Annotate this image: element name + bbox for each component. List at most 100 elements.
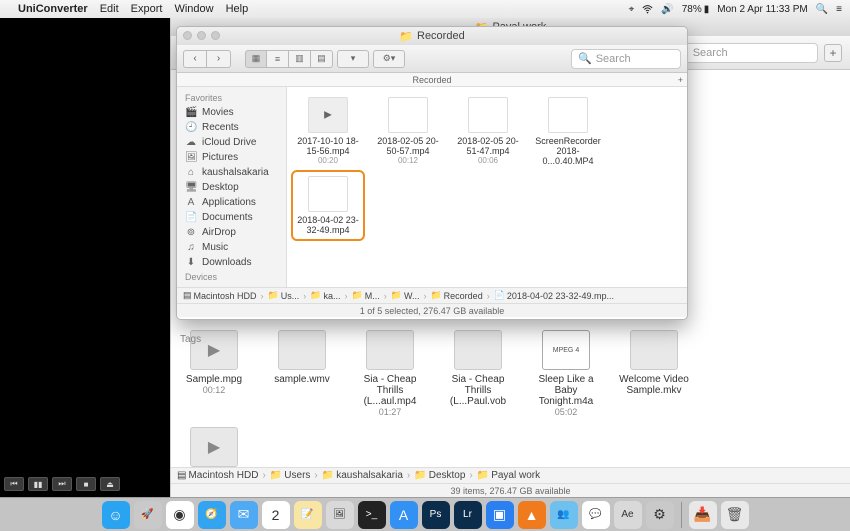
- arrange-dropdown[interactable]: ▾: [337, 50, 369, 68]
- file-item[interactable]: ScreenRecorder 2018-0...0.40.MP4: [535, 97, 601, 166]
- path-segment[interactable]: 📁 ka...: [310, 290, 340, 301]
- path-segment[interactable]: 📁 Payal work: [477, 470, 540, 481]
- dock-preview[interactable]: 🖼: [326, 501, 354, 529]
- dock-chrome[interactable]: ◉: [166, 501, 194, 529]
- path-segment[interactable]: 📁 kaushalsakaria: [322, 470, 403, 481]
- sidebar-icon: 📄: [185, 212, 197, 223]
- window-title-front[interactable]: 📁 Recorded: [177, 27, 687, 45]
- path-segment[interactable]: 📄 2018-04-02 23-32-49.mp...: [494, 290, 614, 301]
- path-segment[interactable]: 📁 M...: [352, 290, 380, 301]
- file-grid[interactable]: 2017-10-10 18-15-56.mp400:202018-02-05 2…: [287, 87, 687, 287]
- file-icon: [366, 330, 414, 370]
- dock-mail[interactable]: ✉: [230, 501, 258, 529]
- dock-calendar[interactable]: 2: [262, 501, 290, 529]
- path-segment[interactable]: 📁 Recorded: [430, 290, 482, 301]
- sidebar-item-pictures[interactable]: 🖼Pictures: [177, 150, 286, 165]
- dock-launchpad[interactable]: 🚀: [134, 501, 162, 529]
- sidebar-item-desktop[interactable]: 🖥Desktop: [177, 180, 286, 195]
- file-item[interactable]: 2017-10-10 18-15-56.mp400:20: [295, 97, 361, 166]
- path-segment[interactable]: 📁 Desktop: [414, 470, 465, 481]
- view-column-button[interactable]: ▥: [289, 50, 311, 68]
- dock-photoshop[interactable]: Ps: [422, 501, 450, 529]
- battery-status[interactable]: 78% ▮: [682, 4, 710, 15]
- sidebar-item-airdrop[interactable]: ⊚AirDrop: [177, 225, 286, 240]
- spotlight-icon[interactable]: 🔍: [816, 4, 828, 15]
- view-list-button[interactable]: ≡: [267, 50, 289, 68]
- file-item[interactable]: MPEG 4Sleep Like a Baby Tonight.m4a05:02: [531, 330, 601, 417]
- file-item[interactable]: 2018-02-05 20-51-47.mp400:06: [455, 97, 521, 166]
- file-item[interactable]: Welcome Video Sample.mkv: [619, 330, 689, 417]
- search-input-back[interactable]: 🔍 Search: [668, 43, 818, 63]
- path-segment[interactable]: 📁 W...: [391, 290, 420, 301]
- path-segment[interactable]: 📁 Us...: [268, 290, 300, 301]
- dock-settings[interactable]: ⚙: [646, 501, 674, 529]
- dock-team[interactable]: 👥: [550, 501, 578, 529]
- path-segment[interactable]: 📁 Users: [270, 470, 311, 481]
- app-name[interactable]: UniConverter: [18, 3, 88, 15]
- file-item[interactable]: Sia - Cheap Thrills (L...aul.mp401:27: [355, 330, 425, 417]
- dock-lightroom[interactable]: Lr: [454, 501, 482, 529]
- dock-appstore[interactable]: A: [390, 501, 418, 529]
- menu-edit[interactable]: Edit: [100, 3, 119, 15]
- clock[interactable]: Mon 2 Apr 11:33 PM: [717, 4, 807, 15]
- add-button[interactable]: +: [824, 44, 842, 62]
- forward-button[interactable]: ⏭: [52, 477, 72, 491]
- sidebar-item-movies[interactable]: 🎬Movies: [177, 105, 286, 120]
- eject-button[interactable]: ⏏: [100, 477, 120, 491]
- file-item[interactable]: Sia - Cheap Thrills (L...Paul.vob: [443, 330, 513, 417]
- sidebar-item-recents[interactable]: 🕘Recents: [177, 120, 286, 135]
- file-item[interactable]: 2018-04-02 23-32-49.mp4: [295, 176, 361, 235]
- menu-help[interactable]: Help: [226, 3, 249, 15]
- dock-keynote[interactable]: ▣: [486, 501, 514, 529]
- sidebar-item-documents[interactable]: 📄Documents: [177, 210, 286, 225]
- search-input-front[interactable]: 🔍 Search: [571, 49, 681, 69]
- column-header: Recorded +: [177, 73, 687, 87]
- sidebar-item-icloud drive[interactable]: ☁︎iCloud Drive: [177, 135, 286, 150]
- menubar: UniConverter Edit Export Window Help ⌖ 🔊…: [0, 0, 850, 18]
- sidebar-icon: 🖥: [185, 182, 197, 193]
- dock-notes[interactable]: 📝: [294, 501, 322, 529]
- notification-icon[interactable]: ≡: [836, 4, 842, 15]
- volume-icon[interactable]: 🔊: [661, 4, 673, 15]
- forward-button[interactable]: ›: [207, 50, 231, 68]
- rewind-button[interactable]: ⏮: [4, 477, 24, 491]
- status-bar-front: 1 of 5 selected, 276.47 GB available: [177, 303, 687, 317]
- window-controls[interactable]: [183, 31, 220, 40]
- path-bar-back[interactable]: ▤ Macintosh HDD›📁 Users›📁 kaushalsakaria…: [171, 467, 850, 483]
- dock-messenger[interactable]: 💬: [582, 501, 610, 529]
- sidebar-icon: ♫: [185, 242, 197, 253]
- dock-aftereffects[interactable]: Ae: [614, 501, 642, 529]
- dock-finder[interactable]: ☺: [102, 501, 130, 529]
- dock-trash[interactable]: 🗑: [721, 501, 749, 529]
- dock-terminal[interactable]: >_: [358, 501, 386, 529]
- finder-window-front: 📁 Recorded ‹ › ▦ ≡ ▥ ▤ ▾ ⚙▾ 🔍 Search Rec…: [176, 26, 688, 320]
- file-item[interactable]: sample.wmv: [267, 330, 337, 417]
- wifi-icon[interactable]: [642, 4, 653, 15]
- path-bar-front[interactable]: ▤ Macintosh HDD›📁 Us...›📁 ka...›📁 M...›📁…: [177, 287, 687, 303]
- path-segment[interactable]: ▤ Macintosh HDD: [177, 470, 258, 481]
- view-icon-button[interactable]: ▦: [245, 50, 267, 68]
- menu-export[interactable]: Export: [131, 3, 163, 15]
- menu-window[interactable]: Window: [174, 3, 213, 15]
- dock-vlc[interactable]: ▲: [518, 501, 546, 529]
- dock-downloads[interactable]: 📥: [689, 501, 717, 529]
- sidebar-item-music[interactable]: ♫Music: [177, 240, 286, 255]
- status-bar-back: 39 items, 276.47 GB available: [171, 483, 850, 497]
- sidebar-icon: ⬇: [185, 257, 197, 268]
- back-button[interactable]: ‹: [183, 50, 207, 68]
- sidebar-item-applications[interactable]: AApplications: [177, 195, 286, 210]
- play-button[interactable]: ▮▮: [28, 477, 48, 491]
- sidebar-icon: ⊚: [185, 227, 197, 238]
- file-item[interactable]: 2018-02-05 20-50-57.mp400:12: [375, 97, 441, 166]
- add-column-button[interactable]: +: [678, 73, 683, 87]
- file-item[interactable]: ▶Welcome Video Sample.mov00:28: [179, 427, 249, 467]
- action-dropdown[interactable]: ⚙▾: [373, 50, 405, 68]
- sidebar-item-kaushalsakaria[interactable]: ⌂kaushalsakaria: [177, 165, 286, 180]
- view-gallery-button[interactable]: ▤: [311, 50, 333, 68]
- bluetooth-icon[interactable]: ⌖: [629, 4, 635, 15]
- path-segment[interactable]: ▤ Macintosh HDD: [183, 290, 257, 301]
- stop-button[interactable]: ■: [76, 477, 96, 491]
- file-icon: [278, 330, 326, 370]
- sidebar-item-downloads[interactable]: ⬇Downloads: [177, 255, 286, 270]
- dock-safari[interactable]: 🧭: [198, 501, 226, 529]
